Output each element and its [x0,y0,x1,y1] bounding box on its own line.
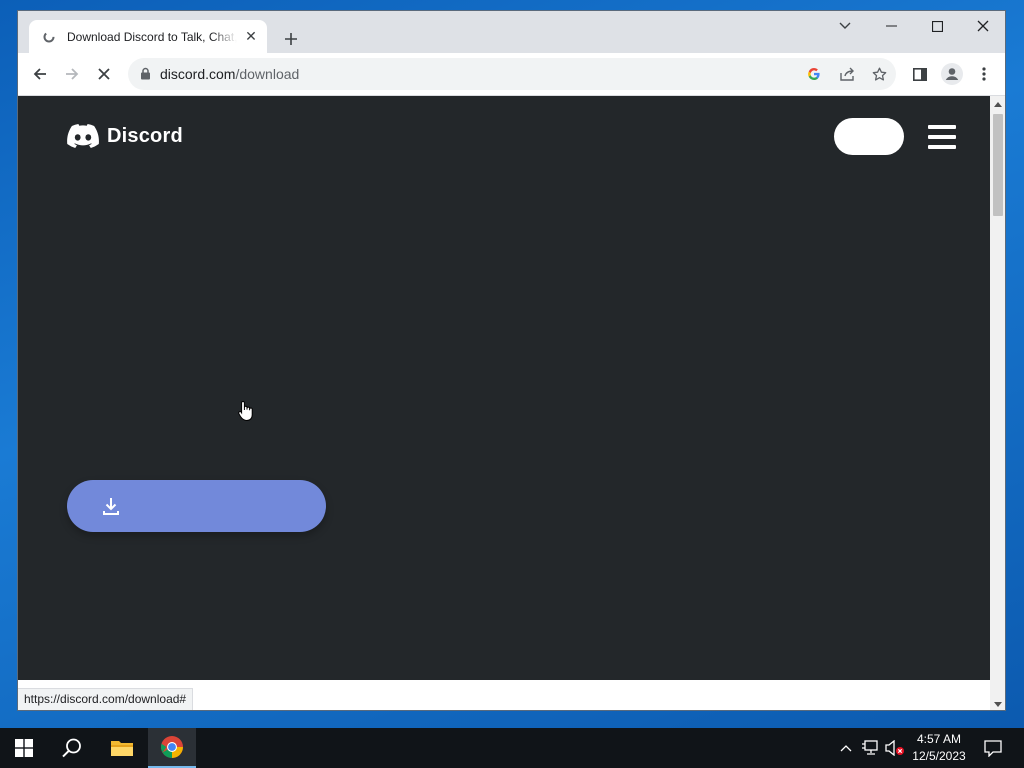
login-button[interactable] [834,118,904,155]
search-icon [62,738,81,758]
clock-date: 12/5/2023 [912,749,966,763]
action-center-icon[interactable] [978,728,1008,768]
google-icon[interactable] [803,63,825,85]
close-icon [98,68,110,80]
chrome-icon [161,736,183,758]
scroll-down-arrow-icon[interactable] [990,696,1005,710]
chrome-menu-button[interactable] [970,60,998,88]
share-icon[interactable] [836,63,858,85]
scroll-up-arrow-icon[interactable] [990,96,1005,112]
link-status-bubble: https://discord.com/download# [18,688,194,710]
folder-icon [111,741,133,756]
back-button[interactable] [26,60,54,88]
forward-button[interactable] [58,60,86,88]
download-icon [100,495,122,522]
tab-discord-download[interactable]: Download Discord to Talk, Chat, and Hang… [29,20,267,53]
download-for-windows-button[interactable] [67,480,326,532]
new-tab-button[interactable] [277,25,305,53]
hand-pointer-cursor-icon [238,400,254,427]
address-bar[interactable]: discord.com/download [128,58,896,90]
star-icon[interactable] [868,63,890,85]
start-button[interactable] [0,728,48,768]
side-panel-icon [913,67,927,81]
arrow-right-icon [66,68,79,80]
browser-window: Download Discord to Talk, Chat, and Hang… [17,10,1006,711]
taskbar-clock[interactable]: 4:57 AM 12/5/2023 [908,731,970,765]
chrome-taskbar-button[interactable] [148,728,196,768]
taskbar-search-button[interactable] [48,728,96,768]
maximize-button[interactable] [914,11,960,41]
tab-close-icon[interactable]: ✕ [241,27,261,47]
clock-time: 4:57 AM [916,732,962,746]
tab-title: Download Discord to Talk, Chat, and Hang… [67,29,237,44]
windows-start-icon [15,739,33,757]
address-domain: discord.com [160,66,236,82]
kebab-menu-icon [982,67,986,81]
page-scrollbar[interactable] [990,96,1005,710]
close-window-button[interactable] [960,11,1005,41]
windows-taskbar: 4:57 AM 12/5/2023 [0,728,1024,768]
show-hidden-icons-chevron-icon[interactable] [836,728,856,768]
tab-search-chevron-icon[interactable] [822,11,868,41]
minimize-button[interactable] [868,11,914,41]
hamburger-menu-icon[interactable] [928,125,956,149]
loading-favicon-icon [41,29,57,45]
browser-toolbar: discord.com/download [18,53,1005,96]
arrow-left-icon [33,68,46,80]
tab-strip: Download Discord to Talk, Chat, and Hang… [18,11,1005,53]
page-viewport: Discord https://discord.com/download# [18,96,990,710]
file-explorer-button[interactable] [98,728,146,768]
stop-loading-button[interactable] [90,60,118,88]
profile-button[interactable] [938,60,966,88]
side-panel-button[interactable] [906,60,934,88]
address-url: discord.com/download [160,66,299,82]
network-icon[interactable] [860,728,882,768]
lock-icon[interactable] [140,67,151,85]
discord-logo[interactable]: Discord [67,124,183,148]
profile-icon [941,63,963,85]
discord-wordmark: Discord [107,124,183,147]
scrollbar-thumb[interactable] [993,114,1003,216]
volume-muted-icon[interactable] [884,728,906,768]
address-path: /download [235,66,300,82]
discord-clyde-icon [67,124,99,148]
